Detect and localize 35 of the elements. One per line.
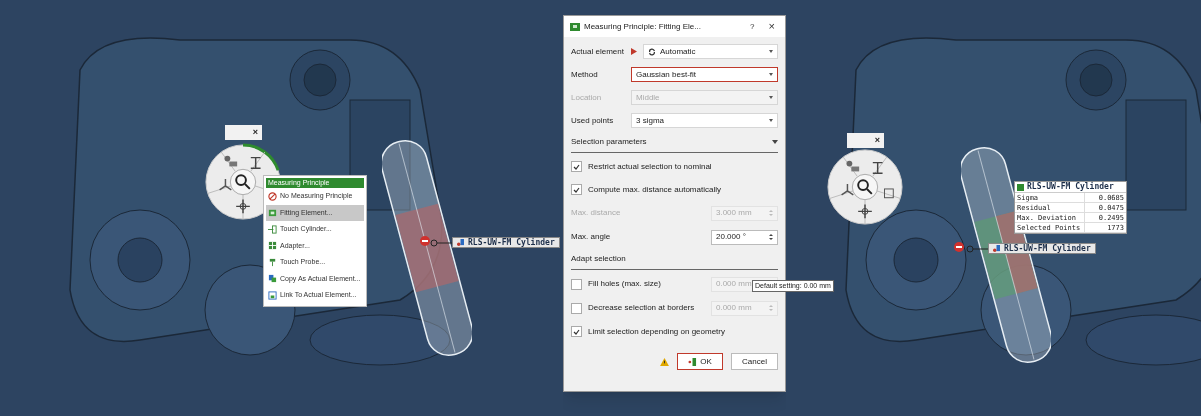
section-title: Selection parameters [571,136,647,148]
field-value: 20.000 ° [716,231,746,243]
dropdown-value: 3 sigma [636,114,664,127]
checkbox-label: Limit selection depending on geometry [588,325,725,338]
cancel-button[interactable]: Cancel [731,353,778,370]
field-value: 3.000 mm [716,207,752,219]
field-label: Used points [571,114,615,127]
section-header[interactable]: Adapt selection [571,249,778,270]
field-label: Location [571,91,603,104]
close-button[interactable]: × [252,128,258,137]
spin-field[interactable]: 20.000 ° [711,229,778,245]
table-title: RLS-UW-FM Cylinder [1027,183,1114,191]
close-button[interactable]: × [874,136,880,145]
dropdown-value: Automatic [660,45,696,58]
field-label: Actual element [571,45,625,58]
section-title: Adapt selection [571,253,626,265]
dropdown[interactable]: Gaussian best-fit [631,67,778,82]
field-label: Max. angle [571,231,611,243]
ok-button[interactable]: OK [677,353,723,370]
checkbox-label: Fill holes (max. size) [588,278,661,290]
dialog-title: Measuring Principle: Fitting Ele... [584,20,702,33]
label-text: RLS-UW-FM Cylinder [1004,244,1091,253]
label-text: RLS-UW-FM Cylinder [468,238,555,247]
field-label: Max. distance [571,207,621,219]
section-header[interactable]: Selection parameters [571,132,778,153]
dropdown-value: Middle [636,91,660,104]
dropdown[interactable]: 3 sigma [631,113,778,128]
dropdown[interactable]: Automatic [643,44,778,59]
checkbox-label: Compute max. distance automatically [588,183,721,196]
close-button[interactable]: × [764,21,779,32]
checkbox-label: Decrease selection at borders [588,302,695,314]
dropdown-value: Gaussian best-fit [636,68,697,81]
help-button[interactable]: ? [744,20,761,33]
checkbox-label: Restrict actual selection to nominal [588,160,712,173]
field-label: Method [571,68,599,81]
